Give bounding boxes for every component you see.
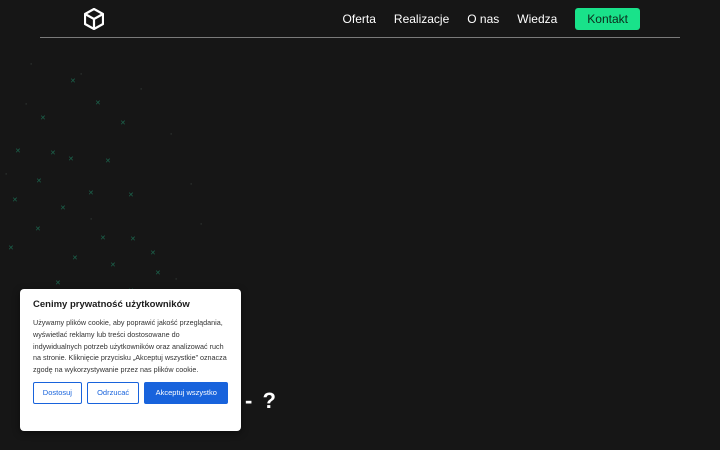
top-navigation-bar: Oferta Realizacje O nas Wiedza Kontakt (40, 0, 680, 38)
cube-logo-icon[interactable] (83, 7, 105, 31)
nav-link-realizacje[interactable]: Realizacje (394, 12, 449, 26)
nav-link-wiedza[interactable]: Wiedza (517, 12, 557, 26)
nav-link-o-nas[interactable]: O nas (467, 12, 499, 26)
cookie-banner-actions: Dostosuj Odrzucać Akceptuj wszystko (33, 381, 228, 404)
hero-heading-fragment: - ? (245, 388, 278, 413)
reject-button[interactable]: Odrzucać (86, 381, 140, 404)
cookie-banner-title: Cenimy prywatność użytkowników (33, 299, 190, 310)
cookie-consent-banner: Cenimy prywatność użytkowników Używamy p… (20, 289, 241, 431)
background-particles: ✕ ✕ ✕ ✕ ✕ ✕ ✕ ✕ ✕ ✕ ✕ ✕ ✕ ✕ ✕ ✕ ✕ ✕ ✕ ✕ … (5, 61, 203, 295)
accept-all-button[interactable]: Akceptuj wszystko (144, 381, 228, 404)
cookie-banner-text: Używamy plików cookie, aby poprawić jako… (33, 318, 227, 375)
nav-link-oferta[interactable]: Oferta (343, 12, 376, 26)
contact-button[interactable]: Kontakt (575, 8, 640, 30)
main-nav: Oferta Realizacje O nas Wiedza Kontakt (343, 8, 680, 30)
customize-button[interactable]: Dostosuj (33, 381, 82, 404)
